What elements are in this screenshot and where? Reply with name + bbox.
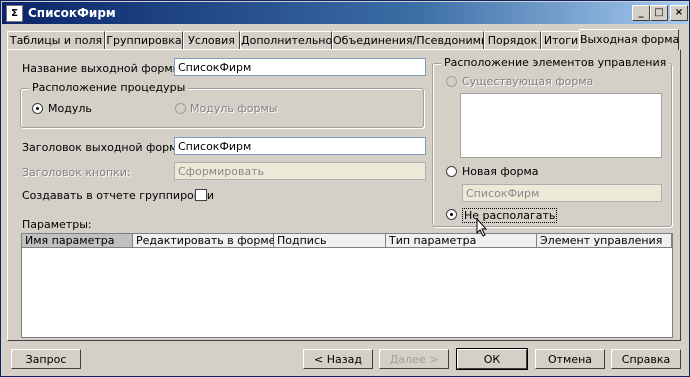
existing-forms-list[interactable] xyxy=(460,93,662,158)
button-title-label: Заголовок кнопки: xyxy=(22,166,131,179)
controls-location-label: Расположение элементов управления xyxy=(441,56,670,69)
radio-new-form[interactable] xyxy=(446,166,457,177)
next-button[interactable]: Далее > xyxy=(379,349,449,369)
tab-output-form[interactable]: Выходная форма xyxy=(579,29,679,50)
params-table[interactable]: Имя параметра Редактировать в форме Подп… xyxy=(21,233,673,338)
tab-order[interactable]: Порядок xyxy=(484,31,541,50)
radio-module-label: Модуль xyxy=(48,102,92,115)
col-control-element[interactable]: Элемент управления xyxy=(537,234,672,248)
ok-button[interactable]: ОК xyxy=(456,348,528,370)
tab-totals[interactable]: Итоги xyxy=(541,31,581,50)
tab-grouping[interactable]: Группировка xyxy=(105,31,183,50)
radio-form-module-label: Модуль формы xyxy=(190,102,278,115)
output-form-title-input[interactable]: СписокФирм xyxy=(174,137,426,155)
back-button[interactable]: < Назад xyxy=(303,349,373,369)
button-title-input[interactable]: Сформировать xyxy=(174,162,426,180)
radio-do-not-place[interactable] xyxy=(446,209,457,220)
tab-tables-fields[interactable]: Таблицы и поля xyxy=(7,31,105,50)
radio-existing-form-label: Существующая форма xyxy=(462,75,594,88)
col-edit-in-form[interactable]: Редактировать в форме xyxy=(133,234,275,248)
col-param-type[interactable]: Тип параметра xyxy=(386,234,537,248)
maximize-icon[interactable]: □ xyxy=(650,5,668,21)
title-bar[interactable]: Σ СписокФирм _ □ × xyxy=(2,2,688,24)
tab-unions-aliases[interactable]: Объединения/Псевдонимы xyxy=(332,31,490,50)
output-form-name-input[interactable]: СписокФирм xyxy=(174,58,426,76)
tab-conditions[interactable]: Условия xyxy=(183,31,240,50)
output-form-name-label: Название выходной формы: xyxy=(22,62,186,75)
params-label: Параметры: xyxy=(22,218,92,231)
help-button[interactable]: Справка xyxy=(611,349,681,369)
request-button[interactable]: Запрос xyxy=(11,349,81,369)
output-form-title-label: Заголовок выходной формы: xyxy=(22,141,190,154)
radio-existing-form[interactable] xyxy=(446,76,457,87)
new-form-name-input[interactable]: СписокФирм xyxy=(462,184,662,202)
col-param-name[interactable]: Имя параметра xyxy=(22,234,133,248)
create-grouping-label: Создавать в отчете группировки xyxy=(22,189,215,202)
output-form-panel: Название выходной формы: СписокФирм Расп… xyxy=(7,49,681,341)
create-grouping-checkbox[interactable] xyxy=(195,189,207,201)
procedure-location-label: Расположение процедуры xyxy=(29,81,189,94)
radio-module[interactable] xyxy=(32,103,43,114)
tab-additional[interactable]: Дополнительно xyxy=(240,31,332,50)
app-icon: Σ xyxy=(6,5,23,22)
wizard-window: Σ СписокФирм _ □ × Таблицы и поля Группи… xyxy=(0,0,690,377)
col-caption[interactable]: Подпись xyxy=(274,234,386,248)
mouse-cursor-icon xyxy=(476,218,488,237)
radio-form-module[interactable] xyxy=(175,103,186,114)
window-title: СписокФирм xyxy=(28,6,116,20)
radio-new-form-label: Новая форма xyxy=(462,165,539,178)
cancel-button[interactable]: Отмена xyxy=(535,349,605,369)
minimize-icon[interactable]: _ xyxy=(632,5,650,21)
close-icon[interactable]: × xyxy=(670,5,688,21)
